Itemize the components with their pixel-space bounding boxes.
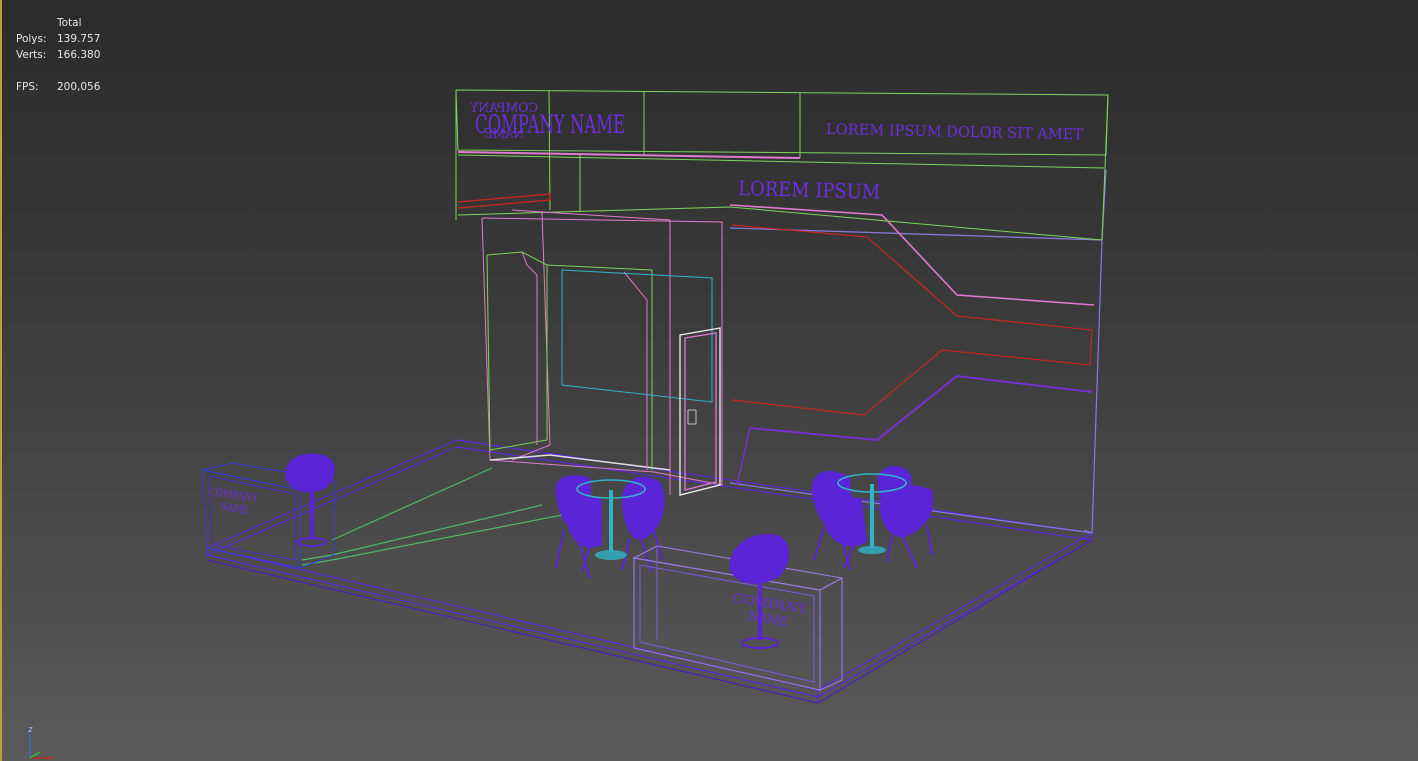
- storage-door[interactable]: [679, 327, 721, 496]
- table-set-left[interactable]: [555, 474, 665, 579]
- z-axis-label: z: [28, 725, 33, 735]
- storage-room[interactable]: [481, 209, 723, 495]
- booth-wireframe-scene[interactable]: COMPANY NAME COMPANY NAME LOREM IPSUM DO…: [2, 0, 1418, 761]
- floor-led-strip: [301, 467, 563, 566]
- axis-tripod-gizmo: z: [28, 725, 54, 759]
- mirrored-company-text: COMPANY: [470, 101, 538, 116]
- bar-stool-left[interactable]: [285, 453, 335, 547]
- header-red-edge: [457, 193, 551, 209]
- back-wall[interactable]: [729, 169, 1107, 534]
- display-window: [561, 269, 713, 403]
- wall-headline-mid: LOREM IPSUM: [738, 176, 881, 204]
- header-pink-edge: [457, 151, 801, 159]
- mirrored-name-text: NAME: [484, 127, 524, 142]
- table-set-right[interactable]: [811, 466, 934, 571]
- y-axis-line: [29, 751, 41, 759]
- fascia-headline-right: LOREM IPSUM DOLOR SIT AMET: [826, 120, 1083, 143]
- viewport-perspective[interactable]: Total Polys: 139.757 Verts: 166.380 FPS: 20…: [0, 0, 1418, 761]
- left-counter-label-2: NAME: [220, 500, 250, 517]
